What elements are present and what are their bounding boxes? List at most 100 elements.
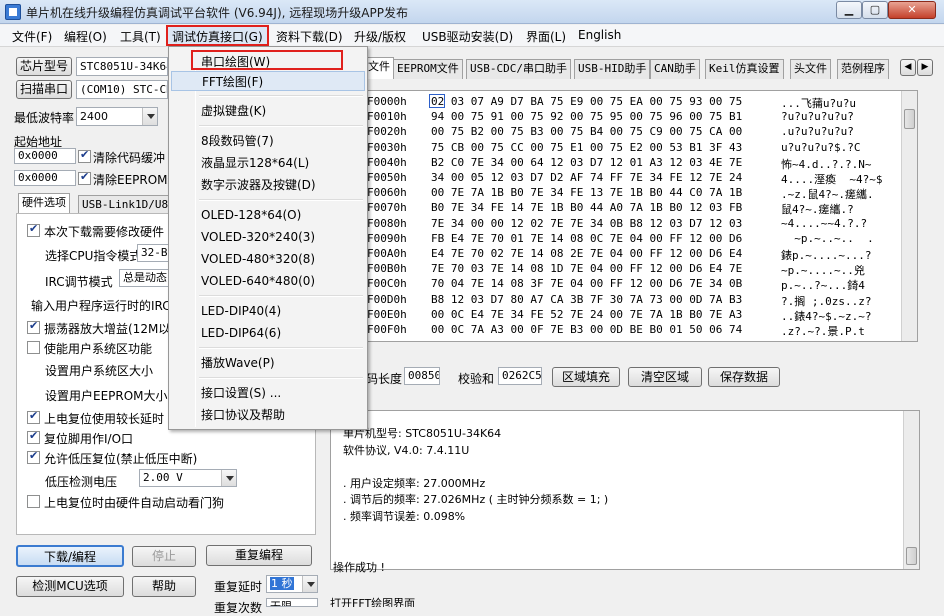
hex-editor[interactable]: F0000h 02 03 07 A9 D7 BA 75 E9 00 75 EA 0… [330,90,918,342]
menu-7seg-display[interactable]: 8段数码管(7) [171,131,365,151]
hex-bytes[interactable]: FB E4 7E 70 01 7E 14 08 0C 7E 04 00 FF 1… [431,232,742,248]
low-voltage-reset-checkbox[interactable] [27,449,40,464]
port-select[interactable]: (COM10) STC-CDC [76,80,168,99]
download-program-button[interactable]: 下载/编程 [16,545,124,567]
chip-model-button[interactable]: 芯片型号 [16,57,72,76]
menu-voled-640x480[interactable]: VOLED-640*480(0) [171,271,365,291]
hex-scrollbar[interactable] [901,91,917,341]
hex-ascii[interactable]: ~4....~~4.?.? [781,217,867,233]
save-data-button[interactable]: 保存数据 [708,367,780,387]
clear-eeprom-buffer-checkbox[interactable] [78,170,91,185]
log-scrollbar[interactable] [903,411,919,569]
tab-keil-sim[interactable]: Keil仿真设置 [705,59,784,79]
hex-ascii[interactable]: ~p.~..~.. . [781,232,873,248]
hex-bytes[interactable]: E4 7E 70 02 7E 14 08 2E 7E 04 00 FF 12 0… [431,247,742,263]
power-delay-checkbox[interactable] [27,409,40,424]
menu-voled-480x320[interactable]: VOLED-480*320(8) [171,249,365,269]
close-button[interactable]: ✕ [888,1,936,19]
menu-oled-128x64[interactable]: OLED-128*64(O) [171,205,365,225]
hex-bytes[interactable]: B8 12 03 D7 80 A7 CA 3B 7F 30 7A 73 00 0… [431,293,742,309]
stop-button[interactable]: 停止 [132,546,196,567]
hex-ascii[interactable]: 鼠4?~.瘥纗.? [781,201,854,217]
hex-bytes[interactable]: 75 CB 00 75 CC 00 75 E1 00 75 E2 00 53 B… [431,141,742,157]
menu-oscilloscope[interactable]: 数字示波器及按键(D) [171,175,365,195]
hex-bytes[interactable]: 00 75 B2 00 75 B3 00 75 B4 00 75 C9 00 7… [431,125,742,141]
low-voltage-select[interactable]: 2.00 V [139,469,237,487]
menu-tools[interactable]: 工具(T) [116,28,165,45]
hex-ascii[interactable]: ?.搁 ;.0zs..z? [781,293,871,309]
tab-hardware-options[interactable]: 硬件选项 [18,193,70,214]
menu-interface[interactable]: 界面(L) [522,28,570,45]
tab-usb-hid[interactable]: USB-HID助手 [574,59,651,79]
hex-bytes[interactable]: 70 04 7E 14 08 3F 7E 04 00 FF 12 00 D6 7… [431,277,742,293]
hex-bytes[interactable]: 00 7E 7A 1B B0 7E 34 FE 13 7E 1B B0 44 C… [431,186,742,202]
osc-gain-checkbox[interactable] [27,319,40,334]
repeat-delay-select[interactable]: 1 秒 [266,575,318,593]
hex-ascii[interactable]: p.~..?~...錡4 [781,277,865,293]
scan-port-button[interactable]: 扫描串口 [16,80,72,99]
minimize-button[interactable]: ▁ [836,1,862,19]
hex-bytes[interactable]: 7E 70 03 7E 14 08 1D 7E 04 00 FF 12 00 D… [431,262,742,278]
scroll-thumb[interactable] [906,547,917,565]
repeat-program-button[interactable]: 重复编程 [206,545,312,566]
tab-eeprom-file[interactable]: EEPROM文件 [393,59,463,79]
code-start-address-input[interactable]: 0x0000 [14,148,76,164]
hex-ascii[interactable]: ?u?u?u?u?u? [781,110,854,126]
hex-ascii[interactable]: ...飞蒱u?u?u [781,95,856,111]
menu-upgrade[interactable]: 升级/版权 [350,28,410,45]
menu-debug-interface[interactable]: 调试仿真接口(G) [166,25,269,46]
tab-scroll-right-icon[interactable]: ▶ [917,59,933,76]
hex-bytes[interactable]: 02 03 07 A9 D7 BA 75 E9 00 75 EA 00 75 9… [431,95,742,111]
hex-ascii[interactable]: .u?u?u?u?u? [781,125,854,141]
menu-file[interactable]: 文件(F) [8,28,56,45]
hex-ascii[interactable]: u?u?u?u?$.?C [781,141,860,157]
hex-ascii[interactable]: ..錶4?~$.~z.~? [781,308,871,324]
menu-usb-driver[interactable]: USB驱动安装(D) [418,28,517,45]
tab-header-file[interactable]: 头文件 [790,59,831,79]
menu-play-wave[interactable]: 播放Wave(P) [171,353,365,373]
user-system-area-checkbox[interactable] [27,341,40,354]
hex-ascii[interactable]: 怖~4.d..?.?.N~ [781,156,871,172]
hex-bytes[interactable]: 7E 34 00 00 12 02 7E 7E 34 0B B8 12 03 D… [431,217,742,233]
tab-can[interactable]: CAN助手 [650,59,700,79]
tab-usb-link[interactable]: USB-Link1D/U8W [78,195,179,215]
menu-serial-plot[interactable]: 串口绘图(W) [191,50,343,70]
hex-bytes[interactable]: B2 C0 7E 34 00 64 12 03 D7 12 01 A3 12 0… [431,156,742,172]
menu-led-dip64[interactable]: LED-DIP64(6) [171,323,365,343]
hex-ascii[interactable]: .z?.~?.景.P.t [781,323,865,339]
menu-virtual-keyboard[interactable]: 虚拟键盘(K) [171,101,365,121]
tab-file[interactable]: 文件 [364,57,394,79]
hex-ascii[interactable]: ~p.~....~..兇 [781,262,865,278]
tab-scroll-left-icon[interactable]: ◀ [900,59,916,76]
maximize-button[interactable]: ▢ [862,1,888,19]
hex-bytes[interactable]: 00 0C 7A A3 00 0F 7E B3 00 0D BE B0 01 5… [431,323,742,339]
menu-english[interactable]: English [574,28,625,45]
eeprom-start-address-input[interactable]: 0x0000 [14,170,76,186]
help-button[interactable]: 帮助 [132,576,196,597]
clear-area-button[interactable]: 清空区域 [628,367,702,387]
menu-interface-settings[interactable]: 接口设置(S) ... [171,383,365,403]
fill-area-button[interactable]: 区域填充 [552,367,620,387]
repeat-count-select[interactable]: 无限 [266,598,318,607]
hex-ascii[interactable]: 4....溼瘓 ~4?~$ [781,171,882,187]
chip-model-select[interactable]: STC8051U-34K64 [76,57,168,76]
clear-code-buffer-checkbox[interactable] [78,148,91,163]
menu-protocol-help[interactable]: 接口协议及帮助 [171,405,365,425]
check-mcu-options-button[interactable]: 检测MCU选项 [16,576,124,597]
scroll-thumb[interactable] [904,109,915,129]
min-baud-select[interactable]: 2400 [76,107,158,126]
menu-program[interactable]: 编程(O) [60,28,111,45]
tab-usb-cdc-serial[interactable]: USB-CDC/串口助手 [466,59,571,79]
menu-download[interactable]: 资料下载(D) [272,28,347,45]
reset-pin-io-checkbox[interactable] [27,429,40,444]
menu-lcd-128x64[interactable]: 液晶显示128*64(L) [171,153,365,173]
hex-ascii[interactable]: .~z.鼠4?~.瘥纗. [781,186,874,202]
hex-bytes[interactable]: B0 7E 34 FE 14 7E 1B B0 44 A0 7A 1B B0 1… [431,201,742,217]
reset-on-change-checkbox[interactable] [27,222,40,237]
tab-examples[interactable]: 范例程序 [837,59,889,79]
watchdog-checkbox[interactable] [27,495,40,508]
menu-voled-320x240[interactable]: VOLED-320*240(3) [171,227,365,247]
hex-ascii[interactable]: 錶p.~....~...? [781,247,871,263]
hex-bytes[interactable]: 34 00 05 12 03 D7 D2 AF 74 FF 7E 34 FE 1… [431,171,742,187]
hex-bytes[interactable]: 94 00 75 91 00 75 92 00 75 95 00 75 96 0… [431,110,742,126]
